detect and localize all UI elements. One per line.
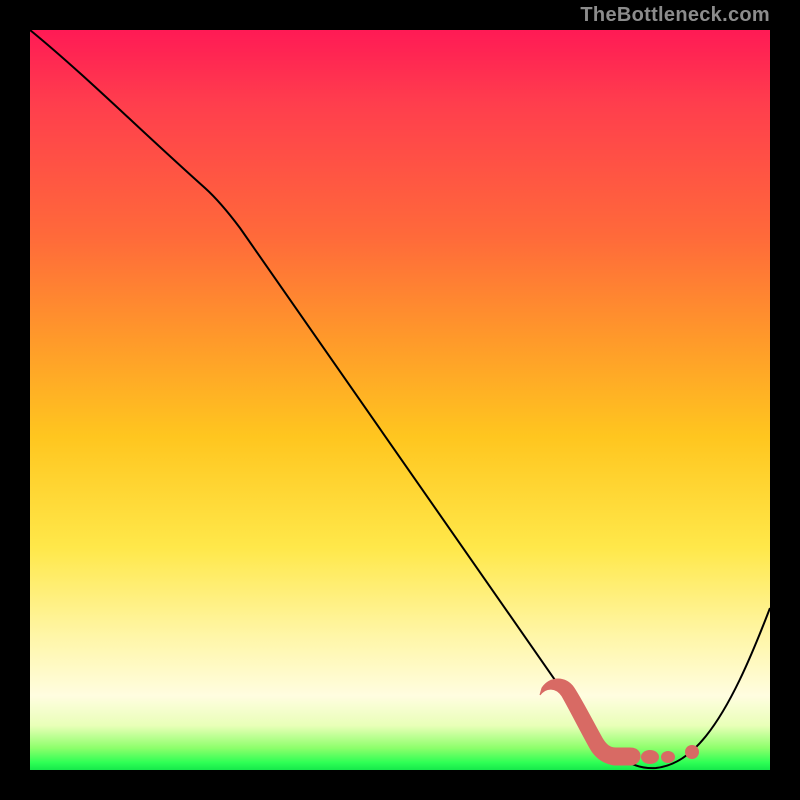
chart-svg <box>30 30 770 770</box>
chart-canvas: TheBottleneck.com <box>0 0 800 800</box>
marked-dot-1 <box>641 750 659 764</box>
marked-dot-3 <box>685 745 699 759</box>
bottleneck-curve <box>30 30 770 768</box>
marked-dot-2 <box>661 751 675 763</box>
marked-blob <box>540 679 640 765</box>
watermark-text: TheBottleneck.com <box>580 4 770 27</box>
plot-area <box>30 30 770 770</box>
marked-region <box>540 679 699 765</box>
